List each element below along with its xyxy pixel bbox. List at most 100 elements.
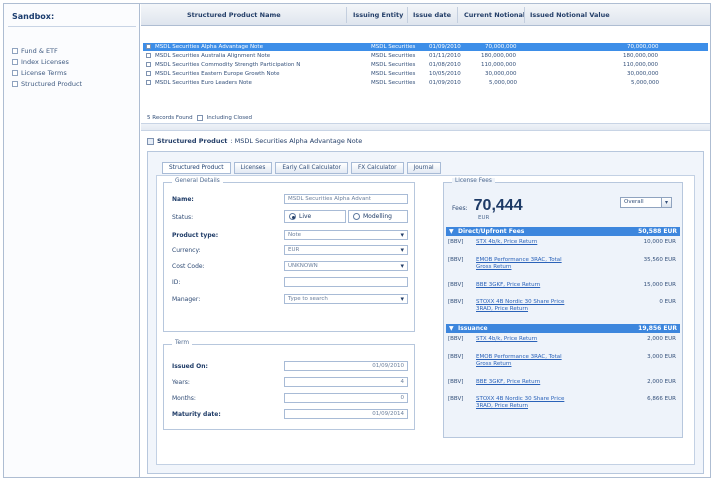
tab-early-call-calculator[interactable]: Early Call Calculator <box>275 162 348 174</box>
tab-journal[interactable]: Journal <box>406 162 441 174</box>
column-header-date[interactable]: Issue date <box>413 11 451 19</box>
term-fieldset: Term Issued On: 01/09/2010 Years: 4 Mont… <box>163 340 415 430</box>
row-checkbox[interactable] <box>146 62 151 67</box>
product-icon <box>147 137 154 145</box>
cell-date: 01/09/2010 <box>429 44 461 50</box>
cell-issued: 30,000,000 <box>627 71 659 77</box>
folder-icon <box>12 47 18 54</box>
sidebar-item-license-terms[interactable]: License Terms <box>12 68 67 77</box>
dropdown-arrow-icon: ▾ <box>400 246 404 254</box>
row-checkbox[interactable] <box>146 71 151 76</box>
fees-total: Fees: 70,444 <box>452 197 523 215</box>
sidebar-title: Sandbox: <box>12 12 55 21</box>
fee-code: [BBV] <box>448 379 464 385</box>
status-modelling-radio[interactable]: Modelling <box>348 210 408 223</box>
status-live-label: Live <box>299 213 312 220</box>
column-header-issued[interactable]: Issued Notional Value <box>530 11 610 19</box>
product-type-select[interactable]: Note ▾ <box>284 230 408 240</box>
tab-fx-calculator[interactable]: FX Calculator <box>350 162 404 174</box>
fees-unit: EUR <box>478 215 490 221</box>
sidebar-item-structured-product[interactable]: Structured Product <box>12 79 82 88</box>
column-header-entity[interactable]: Issuing Entity <box>353 11 403 19</box>
detail-panel: Structured Product Licenses Early Call C… <box>147 151 704 474</box>
cell-entity: MSDL Securities <box>371 80 416 86</box>
fee-index-link[interactable]: STX 4b/k, Price Return <box>476 239 576 246</box>
collapse-arrow-icon: ▼ <box>449 325 454 332</box>
fee-index-link[interactable]: STX 4b/k, Price Return <box>476 336 576 343</box>
table-row[interactable]: MSDL Securities Commodity Strength Parti… <box>143 61 708 69</box>
column-header-current[interactable]: Current Notional <box>464 11 525 19</box>
table-row[interactable]: MSDL Securities Alpha Advantage Note MSD… <box>143 43 708 51</box>
detail-title-name: : MSDL Securities Alpha Advantage Note <box>230 137 363 145</box>
cell-issued: 70,000,000 <box>627 44 659 50</box>
fee-index-link[interactable]: EMOB Performance 3RAC, Total Gross Retur… <box>476 257 576 271</box>
manager-placeholder: Type to search <box>288 296 328 302</box>
fees-view-select[interactable]: Overall ▾ <box>620 197 672 208</box>
detail-panel-title: Structured Product : MSDL Securities Alp… <box>147 135 704 147</box>
name-field[interactable]: MSDL Securities Alpha Advant <box>284 194 408 204</box>
fee-amount: 15,000 EUR <box>643 282 676 288</box>
fee-row: [BBV] STX 4b/k, Price Return 10,000 EUR <box>448 239 678 253</box>
records-count: 5 Records Found <box>147 115 193 121</box>
sidebar: Sandbox: Fund & ETF Index Licenses Licen… <box>4 4 140 477</box>
cell-name: MSDL Securities Australia Alignment Note <box>155 53 271 59</box>
column-header-name[interactable]: Structured Product Name <box>187 11 281 19</box>
tab-body: General Details Name: MSDL Securities Al… <box>156 175 695 465</box>
include-closed-checkbox[interactable] <box>196 115 203 121</box>
cell-name: MSDL Securities Euro Leaders Note <box>155 80 252 86</box>
fee-index-link[interactable]: STOXX 4B Nordic 30 Share Price 3RAD, Pri… <box>476 396 576 410</box>
currency-label: Currency: <box>172 247 201 254</box>
id-label: ID: <box>172 279 181 286</box>
fee-row: [BBV] BBE 3GKF, Price Return 2,000 EUR <box>448 379 678 393</box>
folder-icon <box>12 69 18 76</box>
sidebar-item-label: Fund & ETF <box>21 46 58 55</box>
cost-code-select[interactable]: UNKNOWN ▾ <box>284 261 408 271</box>
fee-code: [BBV] <box>448 299 464 305</box>
row-checkbox[interactable] <box>146 44 151 49</box>
cell-entity: MSDL Securities <box>371 53 416 59</box>
fee-index-link[interactable]: EMOB Performance 3RAC, Total Gross Retur… <box>476 354 576 368</box>
column-separator <box>524 7 525 23</box>
fee-index-link[interactable]: STOXX 4B Nordic 30 Share Price 3RAD, Pri… <box>476 299 576 313</box>
fee-row: [BBV] EMOB Performance 3RAC, Total Gross… <box>448 257 678 277</box>
id-field[interactable] <box>284 277 408 287</box>
cell-entity: MSDL Securities <box>371 44 416 50</box>
tab-structured-product[interactable]: Structured Product <box>162 162 231 174</box>
sidebar-item-fund-etf[interactable]: Fund & ETF <box>12 46 58 55</box>
sidebar-item-label: License Terms <box>21 68 67 77</box>
currency-select[interactable]: EUR ▾ <box>284 245 408 255</box>
main-content: Structured Product Name Issuing Entity I… <box>141 4 710 477</box>
issued-on-field[interactable]: 01/09/2010 <box>284 361 408 371</box>
fee-amount: 3,000 EUR <box>647 354 676 360</box>
fee-code: [BBV] <box>448 336 464 342</box>
fee-row: [BBV] EMOB Performance 3RAC, Total Gross… <box>448 354 678 374</box>
manager-select[interactable]: Type to search ▾ <box>284 294 408 304</box>
fee-group-header[interactable]: ▼ Issuance 19,856 EUR <box>446 324 680 333</box>
fee-index-link[interactable]: BBE 3GKF, Price Return <box>476 379 576 386</box>
fee-group-header[interactable]: ▼ Direct/Upfront Fees 50,588 EUR <box>446 227 680 236</box>
cell-name: MSDL Securities Alpha Advantage Note <box>155 44 263 50</box>
chevron-down-icon: ▾ <box>661 198 671 207</box>
maturity-date-field[interactable]: 01/09/2014 <box>284 409 408 419</box>
tab-licenses[interactable]: Licenses <box>233 162 273 174</box>
table-row[interactable]: MSDL Securities Eastern Europe Growth No… <box>143 70 708 78</box>
folder-icon <box>12 58 18 65</box>
include-closed-label: Including Closed <box>206 115 253 121</box>
table-row[interactable]: MSDL Securities Euro Leaders Note MSDL S… <box>143 79 708 87</box>
dropdown-arrow-icon: ▾ <box>400 231 404 239</box>
months-field[interactable]: 0 <box>284 393 408 403</box>
fee-group-amount: 50,588 EUR <box>638 228 677 235</box>
status-live-radio[interactable]: Live <box>284 210 346 223</box>
sidebar-item-index-licenses[interactable]: Index Licenses <box>12 57 69 66</box>
row-checkbox[interactable] <box>146 80 151 85</box>
fee-code: [BBV] <box>448 354 464 360</box>
fee-index-link[interactable]: BBE 3GKF, Price Return <box>476 282 576 289</box>
cell-entity: MSDL Securities <box>371 62 416 68</box>
cell-current: 70,000,000 <box>485 44 517 50</box>
years-field[interactable]: 4 <box>284 377 408 387</box>
radio-unselected-icon <box>353 213 360 220</box>
detail-tabs: Structured Product Licenses Early Call C… <box>162 162 441 174</box>
row-checkbox[interactable] <box>146 53 151 58</box>
table-row[interactable]: MSDL Securities Australia Alignment Note… <box>143 52 708 60</box>
cell-date: 01/09/2010 <box>429 80 461 86</box>
